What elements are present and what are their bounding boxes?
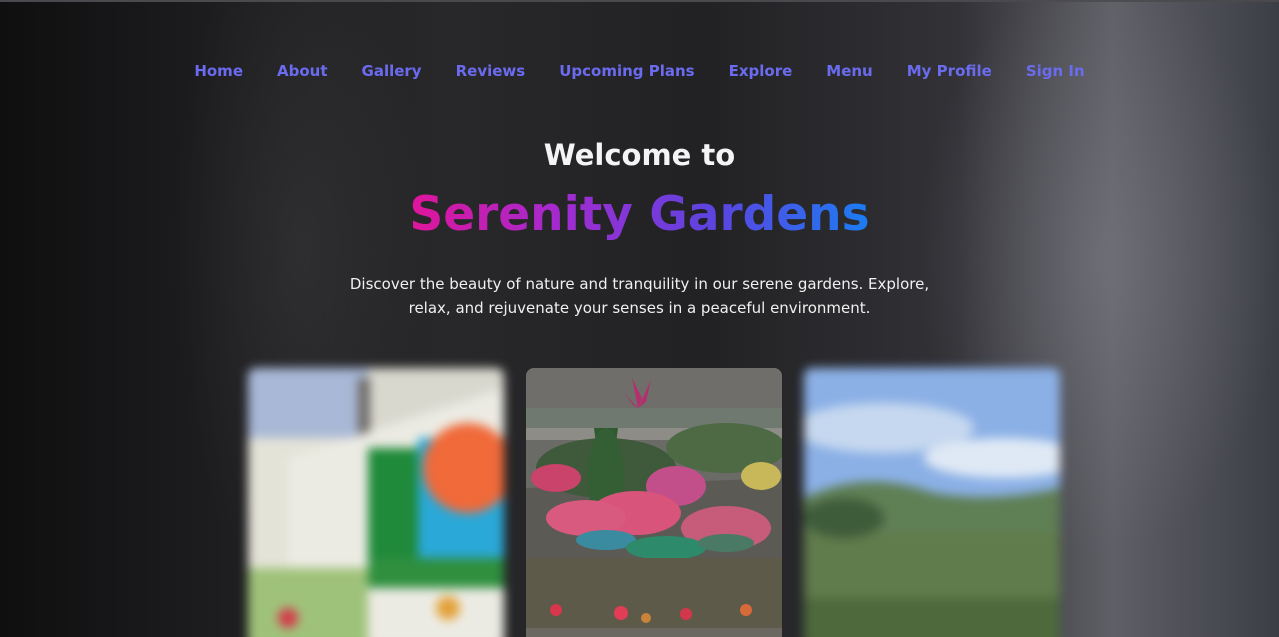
garden-image <box>526 368 782 637</box>
main-navigation: Home About Gallery Reviews Upcoming Plan… <box>0 58 1279 84</box>
nav-link-gallery[interactable]: Gallery <box>345 58 439 84</box>
nav-link-about[interactable]: About <box>260 58 345 84</box>
nav-link-menu[interactable]: Menu <box>809 58 889 84</box>
nav-link-explore[interactable]: Explore <box>712 58 810 84</box>
gallery-card-mural[interactable] <box>248 368 504 637</box>
nav-link-sign-in[interactable]: Sign In <box>1009 58 1102 84</box>
mural-image <box>248 368 504 637</box>
gallery-card-garden[interactable] <box>526 368 782 637</box>
nav-link-reviews[interactable]: Reviews <box>439 58 543 84</box>
welcome-heading: Welcome to <box>543 138 736 172</box>
nav-link-upcoming-plans[interactable]: Upcoming Plans <box>542 58 711 84</box>
hero-tagline: Discover the beauty of nature and tranqu… <box>349 275 930 317</box>
hero-section: Welcome to Serenity Gardens Discover the… <box>0 132 1279 320</box>
nav-link-my-profile[interactable]: My Profile <box>890 58 1009 84</box>
gallery-card-landscape[interactable] <box>804 368 1060 637</box>
window-top-border <box>0 0 1279 2</box>
nav-link-home[interactable]: Home <box>177 58 260 84</box>
landscape-image <box>804 368 1060 637</box>
image-gallery <box>248 368 1060 637</box>
brand-title: Serenity Gardens <box>409 184 869 246</box>
